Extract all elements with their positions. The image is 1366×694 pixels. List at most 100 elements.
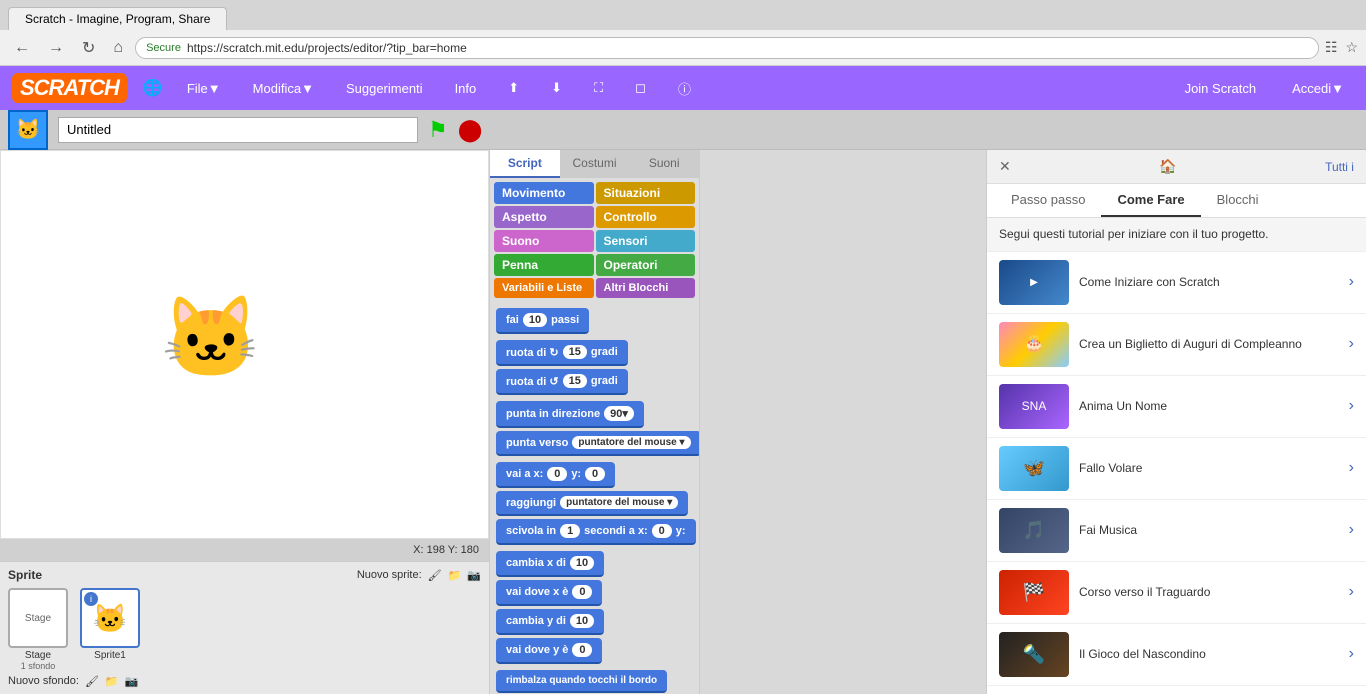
tutorial-thumb-7: 🔦 xyxy=(999,632,1069,677)
reload-button[interactable]: ↻ xyxy=(76,36,101,60)
forward-button[interactable]: → xyxy=(42,37,70,59)
address-bar[interactable]: Secure https://scratch.mit.edu/projects/… xyxy=(135,37,1319,59)
tab-passo-passo[interactable]: Passo passo xyxy=(995,184,1101,217)
stage-item[interactable]: Stage Stage 1 sfondo xyxy=(8,588,68,671)
scratch-cat-sprite: 🐱 xyxy=(161,291,261,385)
tutorial-thumb-1: ▶ xyxy=(999,260,1069,305)
tutorial-item-4[interactable]: 🦋 Fallo Volare › xyxy=(987,438,1366,500)
tutorial-arrow-2: › xyxy=(1349,335,1354,353)
cat-penna[interactable]: Penna xyxy=(494,254,594,276)
cat-movimento[interactable]: Movimento xyxy=(494,182,594,204)
upload-bg-icon[interactable]: 📁 xyxy=(105,675,119,688)
tutorial-item-5[interactable]: 🎵 Fai Musica › xyxy=(987,500,1366,562)
menu-file[interactable]: File▼ xyxy=(179,77,229,100)
block-cambia-y[interactable]: cambia y di 10 xyxy=(496,609,693,635)
project-name-input[interactable] xyxy=(58,117,418,143)
address-url: https://scratch.mit.edu/projects/editor/… xyxy=(187,41,467,55)
tutorial-arrow-7: › xyxy=(1349,645,1354,663)
tutorial-item-3[interactable]: SNA Anima Un Nome › xyxy=(987,376,1366,438)
tutti-i-label[interactable]: Tutti i xyxy=(1325,160,1354,174)
tab-script[interactable]: Script xyxy=(490,150,560,178)
theater-icon[interactable]: ◻ xyxy=(627,76,654,100)
block-vai-dove-x[interactable]: vai dove x è 0 xyxy=(496,580,693,606)
home-icon[interactable]: 🏠 xyxy=(1159,158,1176,175)
block-ruota-dx[interactable]: ruota di ↻ 15 gradi xyxy=(496,340,693,366)
tutorial-item-2[interactable]: 🎂 Crea un Biglietto di Auguri di Complea… xyxy=(987,314,1366,376)
home-button[interactable]: ⌂ xyxy=(107,37,129,59)
block-punta-direzione[interactable]: punta in direzione 90▾ xyxy=(496,401,693,428)
sprite-thumb-box-1[interactable]: i 🐱 xyxy=(80,588,140,648)
tutorial-title-3: Anima Un Nome xyxy=(1079,399,1339,415)
block-scivola[interactable]: scivola in 1 secondi a x: 0 y: xyxy=(496,519,693,545)
stage-thumb-box[interactable]: Stage xyxy=(8,588,68,648)
block-rimbalza[interactable]: rimbalza quando tocchi il bordo xyxy=(496,670,693,693)
block-raggiungi[interactable]: raggiungi puntatore del mouse ▾ xyxy=(496,491,693,516)
accedi-btn[interactable]: Accedi▼ xyxy=(1282,77,1354,100)
tutorial-arrow-5: › xyxy=(1349,521,1354,539)
cat-aspetto[interactable]: Aspetto xyxy=(494,206,594,228)
paint-sprite-icon[interactable]: 🖌 xyxy=(428,569,442,582)
close-icon[interactable]: ✕ xyxy=(999,158,1011,175)
tab-costumi[interactable]: Costumi xyxy=(560,150,630,178)
coords-display: X: 198 Y: 180 xyxy=(413,544,479,556)
tutorial-item-1[interactable]: ▶ Come Iniziare con Scratch › xyxy=(987,252,1366,314)
sprite-item-1[interactable]: i 🐱 Sprite1 xyxy=(80,588,140,671)
bookmark-button[interactable]: ☆ xyxy=(1345,39,1358,56)
blocks-tabs: Script Costumi Suoni xyxy=(490,150,699,178)
upload-icon[interactable]: ⬆ xyxy=(500,76,527,100)
workspace xyxy=(700,150,986,694)
block-punta-verso[interactable]: punta verso puntatore del mouse ▾ xyxy=(496,431,693,456)
tab-come-fare[interactable]: Come Fare xyxy=(1101,184,1200,217)
tutorial-thumb-5: 🎵 xyxy=(999,508,1069,553)
scratch-logo[interactable]: SCRATCH xyxy=(12,73,127,103)
cat-controllo[interactable]: Controllo xyxy=(596,206,696,228)
stop-button[interactable]: ⬤ xyxy=(458,117,483,143)
block-cambia-x[interactable]: cambia x di 10 xyxy=(496,551,693,577)
menu-info[interactable]: Info xyxy=(447,77,485,100)
cat-operatori[interactable]: Operatori xyxy=(596,254,696,276)
block-vai-xy[interactable]: vai a x: 0 y: 0 xyxy=(496,462,693,488)
green-flag-button[interactable]: ⚑ xyxy=(428,117,448,143)
browser-tab[interactable]: Scratch - Imagine, Program, Share xyxy=(8,7,227,30)
stage-coords-bar: X: 198 Y: 180 xyxy=(0,539,489,561)
sprite-preview-thumb[interactable]: 🐱 xyxy=(8,110,48,150)
tutorial-title-1: Come Iniziare con Scratch xyxy=(1079,275,1339,291)
globe-icon[interactable]: 🌐 xyxy=(143,78,163,98)
tab-suoni[interactable]: Suoni xyxy=(629,150,699,178)
cat-situazioni[interactable]: Situazioni xyxy=(596,182,696,204)
upload-sprite-icon[interactable]: 📁 xyxy=(448,569,462,582)
paint-bg-icon[interactable]: 🖌 xyxy=(85,675,99,688)
cat-variabili[interactable]: Variabili e Liste xyxy=(494,278,594,298)
tab-blocchi[interactable]: Blocchi xyxy=(1201,184,1275,217)
tutorial-item-6[interactable]: 🏁 Corso verso il Traguardo › xyxy=(987,562,1366,624)
help-icon[interactable]: ⓘ xyxy=(670,75,699,102)
tutorial-arrow-6: › xyxy=(1349,583,1354,601)
block-fai-passi[interactable]: fai 10 passi xyxy=(496,308,693,334)
cat-suono[interactable]: Suono xyxy=(494,230,594,252)
tutorial-list: ▶ Come Iniziare con Scratch › 🎂 Crea un … xyxy=(987,252,1366,694)
right-panel: ✕ 🏠 Tutti i Passo passo Come Fare Blocch… xyxy=(986,150,1366,694)
menu-modifica[interactable]: Modifica▼ xyxy=(245,77,322,100)
tutorial-thumb-6: 🏁 xyxy=(999,570,1069,615)
extensions-button[interactable]: ☷ xyxy=(1325,39,1338,56)
right-panel-header: ✕ 🏠 Tutti i xyxy=(987,150,1366,184)
cat-sensori[interactable]: Sensori xyxy=(596,230,696,252)
block-vai-dove-y[interactable]: vai dove y è 0 xyxy=(496,638,693,664)
tutorial-arrow-3: › xyxy=(1349,397,1354,415)
join-scratch-btn[interactable]: Join Scratch xyxy=(1175,77,1267,100)
stage-sub-label: 1 sfondo xyxy=(21,661,56,671)
fullscreen-icon[interactable]: ⛶ xyxy=(586,76,611,100)
sprite-panel: Sprite Nuovo sprite: 🖌 📁 📷 Stage Stage xyxy=(0,561,489,694)
camera-bg-icon[interactable]: 📷 xyxy=(125,675,139,688)
secure-label: Secure xyxy=(146,42,181,54)
download-icon[interactable]: ⬇ xyxy=(543,76,570,100)
cat-altri[interactable]: Altri Blocchi xyxy=(596,278,696,298)
tutorial-item-8[interactable]: 👗 Gioco della Moda › xyxy=(987,686,1366,694)
back-button[interactable]: ← xyxy=(8,37,36,59)
tutorial-item-7[interactable]: 🔦 Il Gioco del Nascondino › xyxy=(987,624,1366,686)
menu-suggerimenti[interactable]: Suggerimenti xyxy=(338,77,431,100)
camera-sprite-icon[interactable]: 📷 xyxy=(467,569,481,582)
block-ruota-sx[interactable]: ruota di ↺ 15 gradi xyxy=(496,369,693,395)
stage-canvas: 🐱 xyxy=(0,150,489,539)
tutorial-tabs: Passo passo Come Fare Blocchi xyxy=(987,184,1366,218)
